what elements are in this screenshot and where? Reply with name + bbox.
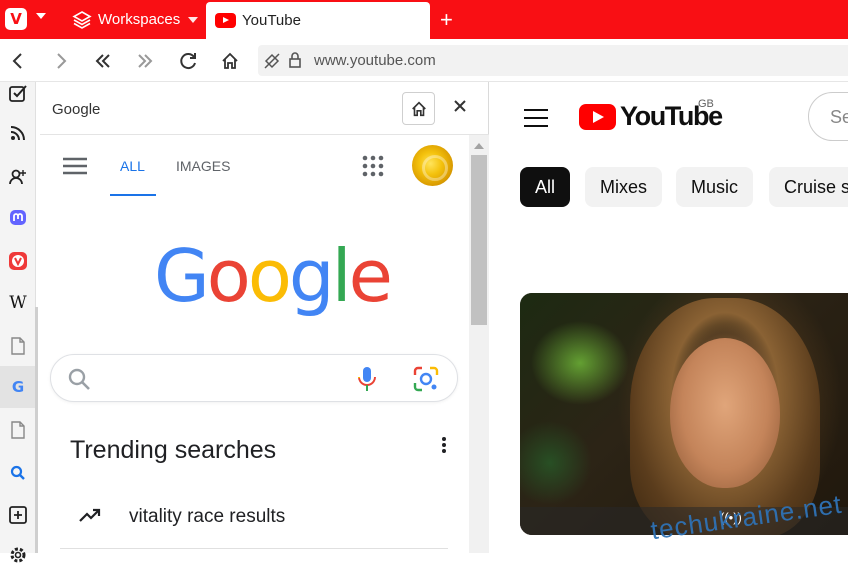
chevron-down-icon[interactable] bbox=[36, 13, 46, 19]
contacts-icon[interactable] bbox=[7, 165, 29, 187]
google-apps-button[interactable] bbox=[362, 155, 384, 182]
divider bbox=[60, 548, 448, 549]
chevron-down-icon bbox=[188, 16, 199, 23]
trending-item[interactable]: vitality race results bbox=[129, 506, 285, 528]
vivaldi-logo-icon: V bbox=[10, 9, 22, 28]
forward-arrow-icon bbox=[57, 53, 67, 69]
google-tab-images[interactable]: IMAGES bbox=[176, 158, 230, 174]
trending-more-button[interactable] bbox=[440, 435, 448, 460]
tracker-blocker-icon[interactable] bbox=[263, 52, 281, 70]
fast-forward-icon bbox=[138, 54, 153, 68]
web-panel-home-button[interactable] bbox=[402, 92, 435, 125]
more-vertical-icon bbox=[442, 437, 446, 453]
active-tab-indicator bbox=[110, 194, 156, 196]
home-icon bbox=[222, 52, 238, 69]
hamburger-menu-icon bbox=[524, 109, 548, 127]
youtube-search-input[interactable]: Se bbox=[808, 92, 848, 141]
workspaces-label: Workspaces bbox=[98, 11, 181, 28]
google-search-input[interactable] bbox=[50, 354, 458, 402]
page-icon[interactable] bbox=[7, 335, 29, 357]
home-button[interactable] bbox=[217, 49, 243, 73]
fast-forward-button[interactable] bbox=[132, 49, 158, 73]
rewind-button[interactable] bbox=[90, 49, 116, 73]
hamburger-menu-icon bbox=[63, 157, 87, 175]
logo-letter: o bbox=[247, 234, 292, 318]
tab-youtube[interactable]: YouTube bbox=[206, 2, 430, 39]
google-lens-icon[interactable] bbox=[413, 366, 439, 392]
address-bar: www.youtube.com bbox=[0, 39, 848, 82]
rewind-icon bbox=[95, 54, 110, 68]
mastodon-icon[interactable] bbox=[7, 207, 29, 229]
panel-sidebar: W G bbox=[0, 82, 38, 563]
url-text[interactable]: www.youtube.com bbox=[314, 52, 436, 69]
trending-up-icon bbox=[78, 506, 102, 529]
region-badge: GB bbox=[698, 98, 714, 110]
vivaldi-menu-button[interactable]: V bbox=[5, 8, 27, 30]
feed-icon[interactable] bbox=[7, 122, 29, 144]
account-avatar[interactable] bbox=[412, 145, 453, 186]
search-placeholder: Se bbox=[830, 107, 848, 127]
google-icon[interactable]: G bbox=[7, 376, 29, 398]
forward-button[interactable] bbox=[48, 49, 74, 73]
search-icon[interactable] bbox=[7, 462, 29, 484]
scrollbar-thumb[interactable] bbox=[471, 155, 487, 325]
tasks-icon[interactable] bbox=[7, 82, 29, 104]
youtube-logo-icon[interactable] bbox=[579, 104, 616, 130]
chip-cruise[interactable]: Cruise sh bbox=[769, 167, 848, 207]
web-panel-header: Google bbox=[40, 82, 489, 135]
logo-letter: l bbox=[331, 234, 352, 318]
sidebar-scrollbar[interactable] bbox=[35, 307, 38, 553]
microphone-icon[interactable] bbox=[356, 366, 378, 392]
web-panel-close-button[interactable] bbox=[453, 97, 467, 117]
reload-button[interactable] bbox=[175, 49, 201, 73]
logo-letter: o bbox=[206, 234, 251, 318]
tab-bar: V Workspaces YouTube + bbox=[0, 0, 848, 39]
workspaces-button[interactable]: Workspaces bbox=[72, 0, 199, 39]
web-panel-title: Google bbox=[52, 101, 101, 118]
tab-title: YouTube bbox=[242, 12, 301, 29]
scroll-up-arrow-icon[interactable] bbox=[474, 143, 484, 149]
wikipedia-icon[interactable]: W bbox=[7, 292, 29, 314]
apps-grid-icon bbox=[362, 155, 384, 177]
google-logo: Google bbox=[154, 240, 393, 312]
back-button[interactable] bbox=[5, 49, 31, 73]
home-icon bbox=[411, 101, 426, 116]
logo-letter: e bbox=[348, 234, 393, 318]
logo-letter: G bbox=[154, 234, 210, 318]
lock-icon[interactable] bbox=[288, 51, 302, 69]
google-tab-all[interactable]: ALL bbox=[120, 158, 145, 174]
youtube-menu-button[interactable] bbox=[524, 109, 548, 132]
settings-icon[interactable] bbox=[7, 544, 29, 566]
logo-letter: g bbox=[288, 234, 335, 318]
close-icon bbox=[454, 100, 466, 112]
new-tab-button[interactable]: + bbox=[440, 9, 453, 31]
web-panel-scrollbar[interactable] bbox=[469, 135, 489, 553]
add-panel-icon[interactable] bbox=[7, 504, 29, 526]
chip-music[interactable]: Music bbox=[676, 167, 754, 207]
back-arrow-icon bbox=[12, 53, 22, 69]
reload-icon bbox=[180, 53, 196, 70]
chip-mixes[interactable]: Mixes bbox=[585, 167, 663, 207]
trending-searches-heading: Trending searches bbox=[70, 436, 277, 464]
web-panel: Google ALL IMAGES Google Trending search… bbox=[40, 82, 489, 553]
chip-all[interactable]: All bbox=[520, 167, 571, 207]
youtube-favicon-icon bbox=[215, 13, 236, 28]
page-icon[interactable] bbox=[7, 419, 29, 441]
google-menu-button[interactable] bbox=[63, 157, 87, 180]
thumbnail-face bbox=[670, 338, 780, 488]
layers-icon bbox=[72, 10, 92, 29]
vivaldi-icon[interactable] bbox=[7, 250, 29, 272]
search-icon bbox=[68, 368, 90, 390]
youtube-page: YouTube GB Se All Mixes Music Cruise sh … bbox=[490, 82, 848, 553]
